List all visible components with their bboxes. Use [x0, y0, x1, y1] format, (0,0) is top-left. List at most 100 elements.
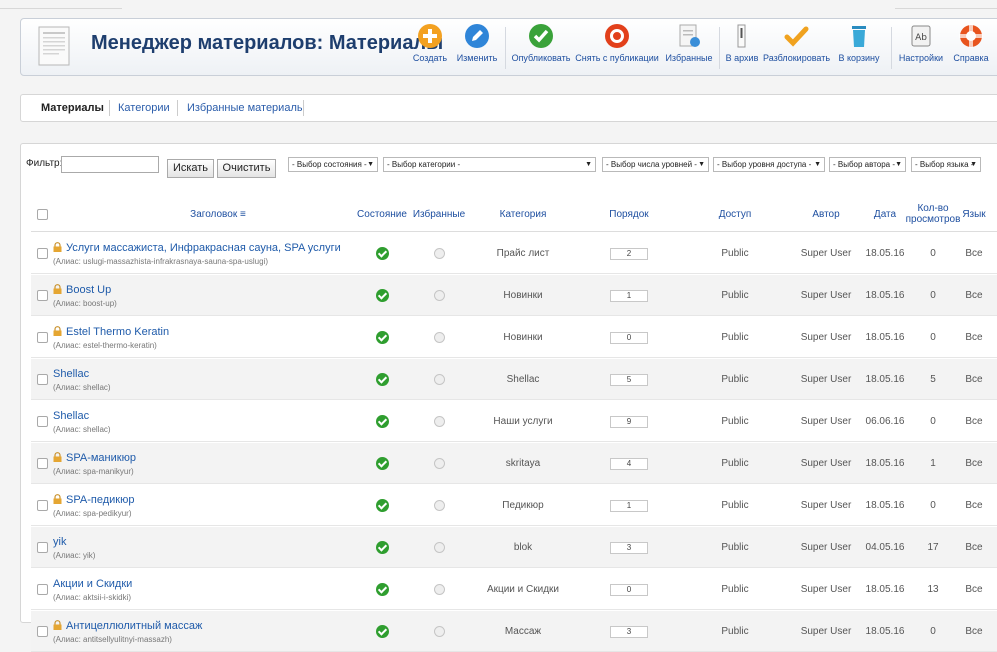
unfeatured-icon[interactable] — [433, 248, 445, 259]
cell-hits: 0 — [930, 626, 936, 637]
lock-icon[interactable] — [53, 283, 62, 294]
create-button[interactable]: Создать — [410, 23, 450, 73]
row-checkbox[interactable] — [36, 626, 48, 637]
order-input[interactable]: 3 — [610, 625, 648, 638]
article-title-link[interactable]: Estel Thermo Keratin — [66, 326, 169, 338]
lock-icon[interactable] — [53, 619, 62, 630]
article-title-link[interactable]: SPA-педикюр — [66, 494, 134, 506]
article-title-block: Boost Up (Алиас: boost-up) — [53, 284, 117, 308]
trash-button[interactable]: В корзину — [833, 23, 885, 73]
tab-featured[interactable]: Избранные материалы — [187, 102, 305, 114]
clear-button[interactable]: Очистить — [217, 159, 276, 178]
published-icon[interactable] — [375, 625, 389, 638]
featured-button[interactable]: Избранные — [664, 23, 714, 73]
order-input[interactable]: 0 — [610, 331, 648, 344]
cell-language: Все — [965, 584, 983, 595]
search-button[interactable]: Искать — [167, 159, 214, 178]
unpublish-button[interactable]: Снять с публикации — [574, 23, 660, 73]
published-icon[interactable] — [375, 331, 389, 344]
row-checkbox[interactable] — [36, 290, 48, 301]
row-checkbox[interactable] — [36, 332, 48, 343]
order-input[interactable]: 3 — [610, 541, 648, 554]
order-input[interactable]: 4 — [610, 457, 648, 470]
tab-articles[interactable]: Материалы — [41, 102, 104, 114]
column-title[interactable]: Заголовок ≡ — [53, 196, 383, 232]
settings-button[interactable]: Ab Настройки — [897, 23, 945, 73]
archive-button[interactable]: В архив — [724, 23, 760, 73]
unfeatured-icon[interactable] — [433, 542, 445, 553]
unfeatured-icon[interactable] — [433, 290, 445, 301]
published-icon[interactable] — [375, 499, 389, 512]
publish-button[interactable]: Опубликовать — [509, 23, 573, 73]
published-icon[interactable] — [375, 415, 389, 428]
row-select-cell — [31, 317, 53, 358]
row-select-cell — [31, 401, 53, 442]
filter-access-select[interactable]: - Выбор уровня доступа - ▼ — [713, 157, 825, 172]
row-checkbox[interactable] — [36, 542, 48, 553]
filter-search-input[interactable] — [61, 156, 159, 173]
tab-categories[interactable]: Категории — [118, 102, 170, 114]
article-title-link[interactable]: Антицеллюлитный массаж — [66, 620, 202, 632]
unfeatured-icon[interactable] — [433, 500, 445, 511]
column-date[interactable]: Дата — [861, 196, 909, 232]
unfeatured-icon[interactable] — [433, 626, 445, 637]
column-hits[interactable]: Кол-во просмотров — [906, 196, 961, 232]
column-order[interactable]: Порядок — [579, 196, 679, 232]
unfeatured-icon[interactable] — [433, 416, 445, 427]
row-checkbox[interactable] — [36, 458, 48, 469]
row-checkbox[interactable] — [36, 584, 48, 595]
lock-icon[interactable] — [53, 241, 62, 252]
published-icon[interactable] — [375, 457, 389, 470]
order-input[interactable]: 0 — [610, 583, 648, 596]
row-checkbox[interactable] — [36, 416, 48, 427]
cell-date: 04.05.16 — [865, 542, 905, 553]
unfeatured-icon[interactable] — [433, 458, 445, 469]
unfeatured-icon[interactable] — [433, 332, 445, 343]
unfeatured-icon[interactable] — [433, 584, 445, 595]
row-checkbox[interactable] — [36, 500, 48, 511]
lock-icon[interactable] — [53, 493, 62, 504]
column-access[interactable]: Доступ — [679, 196, 791, 232]
order-input[interactable]: 5 — [610, 373, 648, 386]
article-title-link[interactable]: Shellac — [53, 410, 89, 422]
published-icon[interactable] — [375, 583, 389, 596]
cell-order: 0 — [579, 317, 679, 358]
article-title-link[interactable]: Boost Up — [66, 284, 111, 296]
published-icon[interactable] — [375, 541, 389, 554]
order-input[interactable]: 2 — [610, 247, 648, 260]
order-input[interactable]: 1 — [610, 289, 648, 302]
cell-date: 18.05.16 — [865, 584, 905, 595]
select-all-checkbox[interactable] — [36, 208, 48, 220]
help-button[interactable]: Справка — [951, 23, 991, 73]
published-icon[interactable] — [375, 247, 389, 260]
row-checkbox[interactable] — [36, 374, 48, 385]
column-featured[interactable]: Избранные — [411, 196, 467, 232]
filter-category-select[interactable]: - Выбор категории - ▼ — [383, 157, 596, 172]
published-icon[interactable] — [375, 289, 389, 302]
column-state[interactable]: Состояние — [353, 196, 411, 232]
unfeatured-icon[interactable] — [433, 374, 445, 385]
checkin-button[interactable]: Разблокировать — [763, 23, 830, 73]
lock-icon[interactable] — [53, 325, 62, 336]
article-title-link[interactable]: Акции и Скидки — [53, 578, 132, 590]
article-title-link[interactable]: Услуги массажиста, Инфракрасная сауна, S… — [66, 242, 341, 254]
column-language[interactable]: Язык — [957, 196, 991, 232]
published-icon[interactable] — [375, 373, 389, 386]
lock-icon[interactable] — [53, 451, 62, 462]
article-title-link[interactable]: yik — [53, 536, 66, 548]
article-title-link[interactable]: Shellac — [53, 368, 89, 380]
column-category[interactable]: Категория — [467, 196, 579, 232]
order-input[interactable]: 9 — [610, 415, 648, 428]
order-input[interactable]: 1 — [610, 499, 648, 512]
article-title-link[interactable]: SPA-маникюр — [66, 452, 136, 464]
filter-state-select[interactable]: - Выбор состояния - ▼ — [288, 157, 378, 172]
archive-icon — [737, 24, 746, 48]
edit-button[interactable]: Изменить — [454, 23, 500, 73]
filter-level-select[interactable]: - Выбор числа уровней - ▼ — [602, 157, 709, 172]
column-id[interactable]: ID — [991, 196, 997, 232]
cell-order: 1 — [579, 485, 679, 526]
column-author[interactable]: Автор — [791, 196, 861, 232]
filter-language-select[interactable]: - Выбор языка - ▼ — [911, 157, 981, 172]
filter-author-select[interactable]: - Выбор автора - ▼ — [829, 157, 906, 172]
row-checkbox[interactable] — [36, 248, 48, 259]
